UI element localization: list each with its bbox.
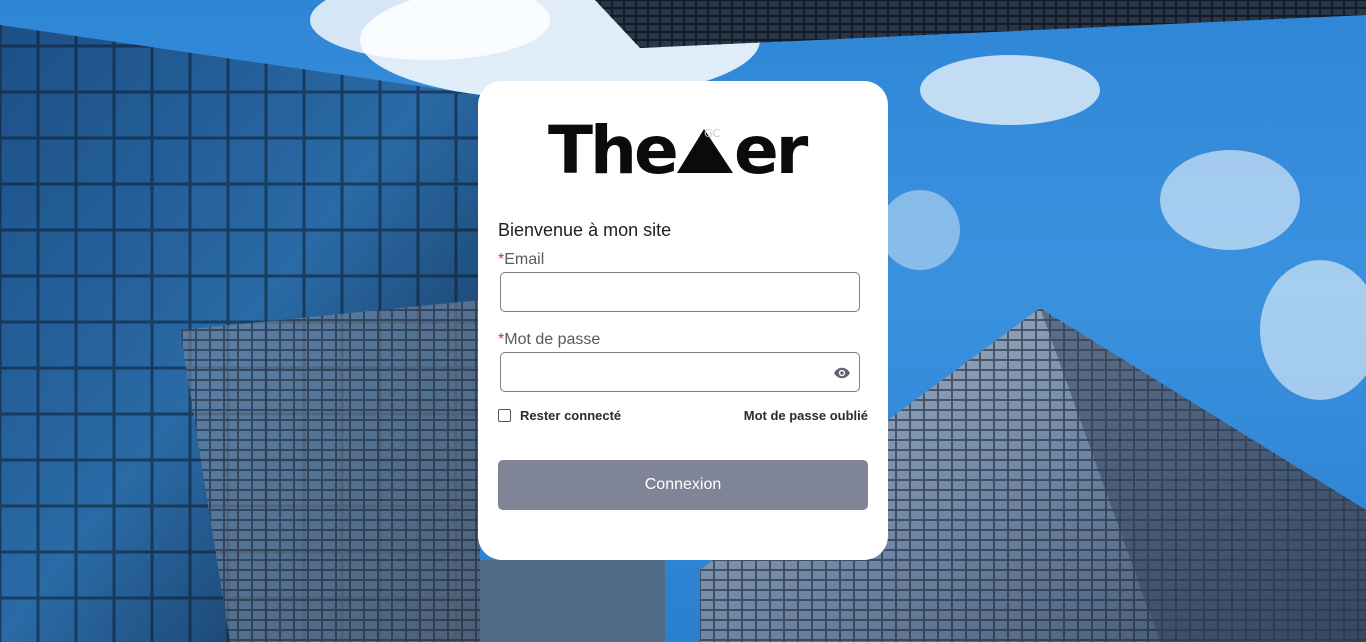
password-field-wrapper	[500, 352, 860, 392]
logo-suffix: er	[734, 117, 809, 181]
eye-icon[interactable]	[833, 364, 851, 382]
email-label: *Email	[498, 251, 544, 269]
email-field-wrapper	[500, 272, 860, 312]
welcome-heading: Bienvenue à mon site	[498, 220, 672, 240]
forgot-password-link[interactable]: Mot de passe oublié	[744, 408, 868, 423]
login-button[interactable]: Connexion	[498, 460, 868, 510]
remember-label[interactable]: Rester connecté	[520, 408, 621, 423]
brand-logo: The er GC	[548, 117, 812, 181]
password-field[interactable]	[501, 353, 859, 391]
remember-me: Rester connecté	[498, 408, 621, 423]
logo-watermark: GC	[704, 127, 721, 140]
email-label-text: Email	[504, 251, 545, 268]
password-label-text: Mot de passe	[504, 331, 601, 348]
logo-prefix: The	[548, 117, 676, 181]
remember-checkbox[interactable]	[498, 409, 511, 422]
password-label: *Mot de passe	[498, 331, 600, 349]
login-card: The er GC Bienvenue à mon site *Email *M…	[478, 81, 888, 560]
email-field[interactable]	[501, 273, 859, 311]
